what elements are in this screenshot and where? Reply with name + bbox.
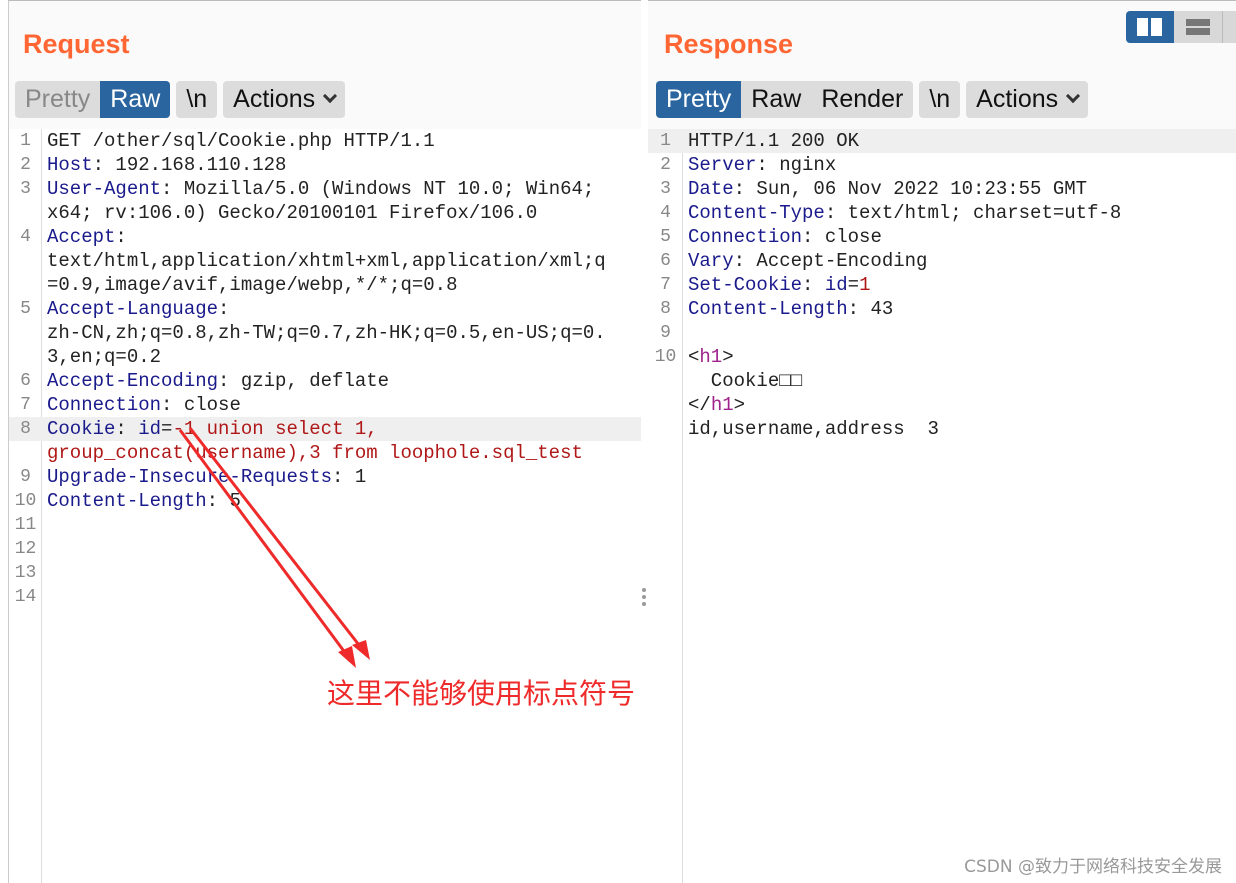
- annotation-text: 这里不能够使用标点符号: [327, 677, 636, 710]
- arrowhead-icon: [352, 640, 370, 660]
- arrowhead-icon: [338, 646, 356, 668]
- arrow-line: [188, 427, 368, 655]
- watermark: CSDN @致力于网络科技安全发展: [964, 857, 1222, 877]
- annotation-arrows: [178, 427, 370, 668]
- arrow-line: [178, 429, 354, 663]
